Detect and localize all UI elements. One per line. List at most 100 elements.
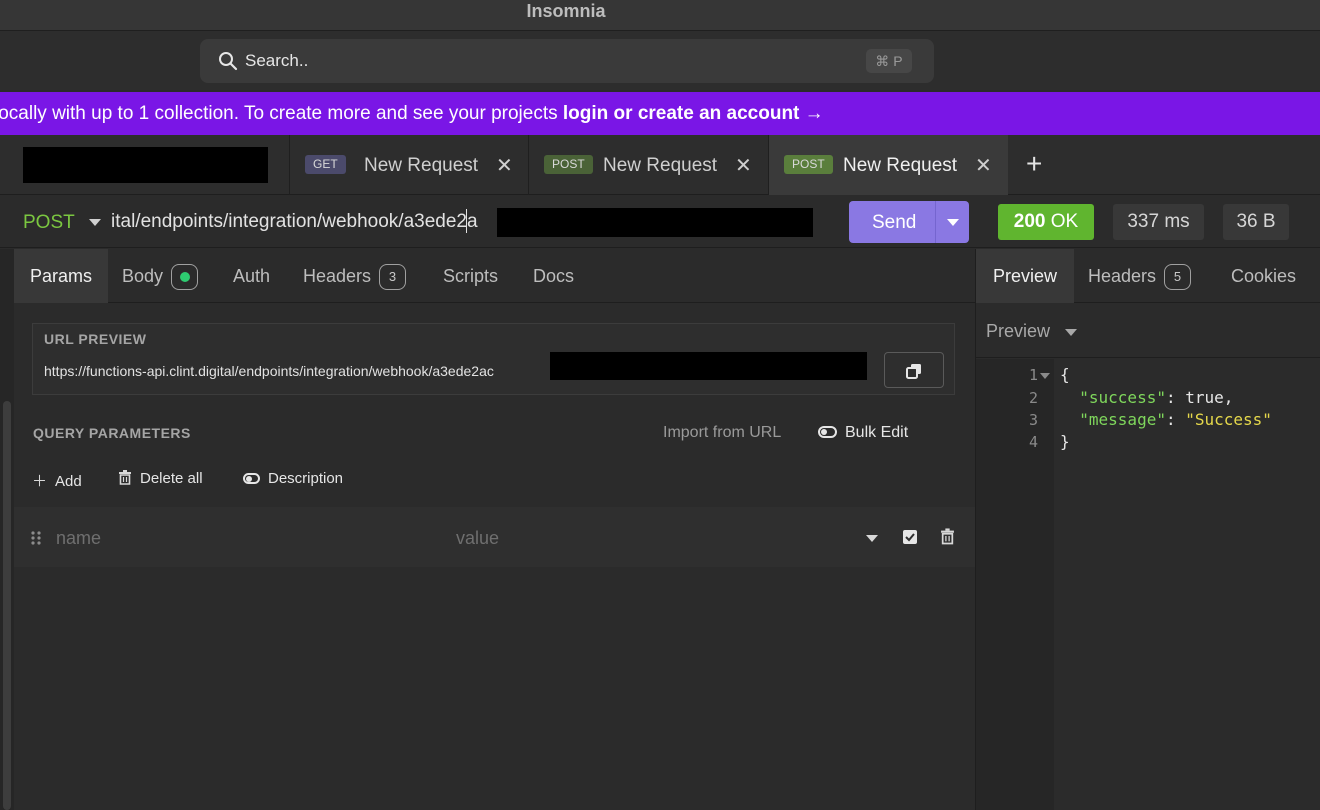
tab-docs[interactable]: Docs <box>533 249 574 303</box>
json-key: "message" <box>1079 410 1166 429</box>
tab-close-icon[interactable]: ✕ <box>975 153 992 178</box>
tab-preview-label: Preview <box>992 266 1058 286</box>
delete-all-label: Delete all <box>140 470 203 487</box>
tab-auth[interactable]: Auth <box>233 249 270 303</box>
tab-scripts-label: Scripts <box>443 266 499 286</box>
banner-text: locally with up to 1 collection. To crea… <box>0 103 563 124</box>
json-string-value: "Success" <box>1185 410 1272 429</box>
window-title: Insomnia <box>526 1 606 21</box>
line-number-gutter: 1 2 3 4 <box>976 359 1054 810</box>
redacted-url-preview-segment <box>550 352 867 380</box>
url-input[interactable]: ital/endpoints/integration/webhook/a3ede… <box>111 211 478 233</box>
status-code: 200 <box>1013 211 1046 232</box>
line-number: 4 <box>1028 433 1038 451</box>
send-divider <box>935 201 936 243</box>
title-bar: Insomnia <box>0 0 1320 31</box>
add-param-label: Add <box>55 473 82 490</box>
send-options-chevron-icon[interactable] <box>947 219 959 226</box>
tab-close-icon[interactable]: ✕ <box>496 153 513 178</box>
delete-all-button[interactable]: Delete all <box>118 470 203 487</box>
tab-method-badge: POST <box>544 155 593 174</box>
param-value-input[interactable]: value <box>456 528 499 549</box>
tab-request-1[interactable]: GET New Request ✕ <box>289 135 528 195</box>
add-tab-button[interactable]: + <box>1026 149 1042 179</box>
tab-body-label: Body <box>122 266 164 286</box>
tab-cookies[interactable]: Cookies <box>1231 249 1296 303</box>
params-toolbar: ＋ Add Delete all Description <box>14 454 975 504</box>
tab-params[interactable]: Params <box>14 249 108 303</box>
line-number: 2 <box>1028 389 1038 407</box>
trash-icon[interactable] <box>940 528 955 545</box>
tab-body[interactable]: Body <box>122 249 199 303</box>
code-line: "success": true, <box>1079 388 1234 407</box>
chevron-down-icon[interactable] <box>89 219 101 226</box>
text-cursor <box>466 209 467 233</box>
param-enabled-checkbox[interactable] <box>903 530 917 544</box>
request-pane: Params Body Auth Headers 3 Scripts Docs U… <box>0 249 975 810</box>
tab-label: New Request <box>603 155 718 176</box>
tab-scripts[interactable]: Scripts <box>443 249 498 303</box>
url-preview-title: URL PREVIEW <box>44 331 147 347</box>
redacted-url-segment <box>497 208 813 237</box>
code-line: { <box>1060 365 1070 384</box>
send-button[interactable]: Send <box>849 201 969 243</box>
search-row: Search.. ⌘ P <box>0 31 1320 90</box>
param-row: name value <box>14 507 975 567</box>
tab-request-3-active[interactable]: POST New Request ✕ <box>768 135 1008 195</box>
bulk-edit-label: Bulk Edit <box>845 424 909 441</box>
tab-headers[interactable]: Headers 3 <box>303 249 407 303</box>
tab-response-headers-label: Headers <box>1088 266 1157 286</box>
tab-label: New Request <box>364 155 479 176</box>
copy-url-button[interactable] <box>884 352 944 388</box>
tab-method-badge: POST <box>784 155 833 174</box>
preview-mode-bar: Preview <box>976 304 1320 358</box>
redacted-workspace-tab[interactable] <box>23 147 268 183</box>
copy-icon <box>906 364 921 379</box>
response-time-badge: 337 ms <box>1113 204 1204 240</box>
scrollbar[interactable] <box>3 401 11 810</box>
response-tabs: Preview Headers 5 Cookies <box>976 249 1320 303</box>
tab-auth-label: Auth <box>233 266 271 286</box>
tab-close-icon[interactable]: ✕ <box>735 153 752 178</box>
description-toggle[interactable]: Description <box>243 470 343 487</box>
param-name-input[interactable]: name <box>56 528 101 549</box>
status-badge: 200 OK <box>998 204 1094 240</box>
line-number: 3 <box>1028 411 1038 429</box>
description-label: Description <box>268 470 344 487</box>
code-line: } <box>1060 432 1070 451</box>
search-input[interactable]: Search.. ⌘ P <box>200 39 934 83</box>
send-label: Send <box>872 212 917 233</box>
url-preview-box: URL PREVIEW https://functions-api.clint.… <box>32 323 955 395</box>
tab-params-label: Params <box>29 266 92 286</box>
tab-preview[interactable]: Preview <box>976 249 1074 303</box>
tab-docs-label: Docs <box>533 266 575 286</box>
json-value: true <box>1185 388 1224 407</box>
headers-count-badge: 3 <box>379 264 407 291</box>
body-status-dot-icon <box>171 264 199 291</box>
json-key: "success" <box>1079 388 1166 407</box>
toggle-icon <box>243 472 260 484</box>
tab-headers-label: Headers <box>303 266 372 286</box>
url-bar: POST ital/endpoints/integration/webhook/… <box>0 195 1320 248</box>
add-param-button[interactable]: ＋ Add <box>32 470 82 491</box>
import-from-url-button[interactable]: Import from URL <box>663 424 781 442</box>
code-line: "message": "Success" <box>1079 410 1272 429</box>
tab-cookies-label: Cookies <box>1231 266 1297 286</box>
line-number: 1 <box>1028 366 1038 384</box>
chevron-down-icon[interactable] <box>1065 329 1077 336</box>
response-headers-count-badge: 5 <box>1164 264 1192 291</box>
bulk-edit-toggle[interactable]: Bulk Edit <box>818 424 908 442</box>
response-body-viewer[interactable]: { "success": true, "message": "Success" … <box>1054 359 1320 810</box>
search-icon <box>219 52 238 71</box>
tab-response-headers[interactable]: Headers 5 <box>1088 249 1192 303</box>
tab-request-2[interactable]: POST New Request ✕ <box>528 135 768 195</box>
left-gutter <box>0 249 14 810</box>
method-selector[interactable]: POST <box>23 212 75 234</box>
drag-handle-icon[interactable] <box>31 531 41 545</box>
fold-chevron-icon[interactable] <box>1040 373 1050 379</box>
upgrade-banner: locally with up to 1 collection. To crea… <box>0 92 1320 135</box>
response-pane: Preview Headers 5 Cookies Preview 1 2 3 4… <box>975 249 1320 810</box>
banner-login-link[interactable]: login or create an account → <box>563 103 824 124</box>
chevron-down-icon[interactable] <box>866 535 878 542</box>
preview-mode-selector[interactable]: Preview <box>986 321 1050 342</box>
